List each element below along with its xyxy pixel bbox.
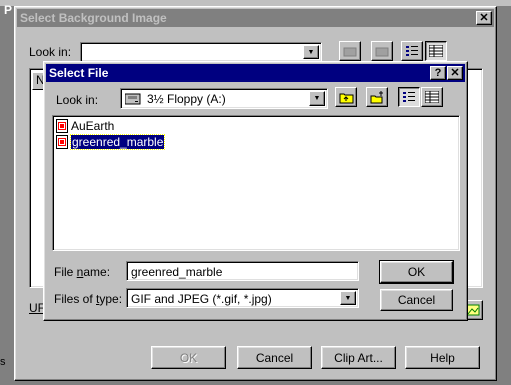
image-file-icon xyxy=(56,119,68,133)
create-new-folder-button[interactable] xyxy=(366,87,388,107)
inner-details-view-button[interactable] xyxy=(421,87,443,107)
up-folder-icon xyxy=(343,47,357,57)
file-name-input[interactable]: greenred_marble xyxy=(126,261,359,281)
details-view-icon xyxy=(425,91,439,103)
outer-help-label: Help xyxy=(430,350,455,365)
inner-look-in-label: Look in: xyxy=(56,93,99,107)
select-file-help-button[interactable]: ? xyxy=(430,66,446,80)
inner-list-view-button[interactable] xyxy=(398,87,420,107)
close-icon: ✕ xyxy=(479,11,489,24)
help-icon: ? xyxy=(434,66,442,79)
outer-cancel-label: Cancel xyxy=(255,350,294,365)
clip-art-button[interactable]: Clip Art... xyxy=(321,346,396,369)
outer-details-view-button[interactable] xyxy=(425,41,447,61)
files-of-type-value: GIF and JPEG (*.gif, *.jpg) xyxy=(131,292,272,306)
details-view-icon xyxy=(429,45,443,57)
chevron-down-icon[interactable]: ▼ xyxy=(340,291,356,305)
image-file-icon xyxy=(56,135,68,149)
file-name-value: greenred_marble xyxy=(131,265,223,279)
up-folder-icon xyxy=(339,93,353,103)
image-browse-icon xyxy=(466,304,480,316)
chevron-down-icon[interactable]: ▼ xyxy=(309,91,325,106)
outer-look-in-combo[interactable]: ▼ xyxy=(80,42,322,62)
up-one-level-button[interactable] xyxy=(335,87,357,107)
outer-list-view-button[interactable] xyxy=(401,41,423,61)
new-folder-icon xyxy=(370,90,383,103)
select-file-titlebar[interactable]: Select File xyxy=(46,64,465,82)
outer-close-button[interactable]: ✕ xyxy=(476,11,492,25)
floppy-drive-icon xyxy=(125,93,141,105)
clip-art-label: Clip Art... xyxy=(334,350,383,365)
background-stray-fragment: s xyxy=(0,356,6,368)
outer-dialog-titlebar[interactable]: Select Background Image xyxy=(17,9,494,27)
outer-look-in-label: Look in: xyxy=(29,45,72,59)
outer-ok-button[interactable]: OK xyxy=(151,346,226,369)
close-icon: ✕ xyxy=(450,66,460,79)
outer-cancel-button[interactable]: Cancel xyxy=(237,346,312,369)
file-item-label: AuEarth xyxy=(71,119,115,133)
inner-look-in-combo[interactable]: 3½ Floppy (A:) ▼ xyxy=(120,88,328,109)
outer-up-folder-button[interactable] xyxy=(339,41,361,61)
file-name-label: File name: xyxy=(54,265,111,279)
background-window-title-fragment: P xyxy=(4,3,13,17)
outer-help-button[interactable]: Help xyxy=(405,346,480,369)
file-item-label: greenred_marble xyxy=(69,134,166,150)
file-item-greenred-marble[interactable]: greenred_marble xyxy=(56,134,166,150)
outer-new-folder-button[interactable] xyxy=(371,41,393,61)
inner-look-in-value: 3½ Floppy (A:) xyxy=(147,92,226,106)
select-file-close-button[interactable]: ✕ xyxy=(447,66,463,80)
files-of-type-select[interactable]: GIF and JPEG (*.gif, *.jpg) ▼ xyxy=(126,288,359,308)
outer-dialog-title: Select Background Image xyxy=(20,11,167,25)
outer-ok-label: OK xyxy=(179,350,198,365)
list-view-icon xyxy=(403,92,415,102)
select-file-cancel-button[interactable]: Cancel xyxy=(380,289,453,311)
select-file-ok-label: OK xyxy=(407,265,426,279)
files-of-type-label: Files of type: xyxy=(54,292,123,306)
chevron-down-icon[interactable]: ▼ xyxy=(303,45,319,59)
select-file-cancel-label: Cancel xyxy=(397,293,436,307)
select-file-title: Select File xyxy=(49,66,109,80)
list-view-icon xyxy=(406,46,418,56)
select-file-ok-button[interactable]: OK xyxy=(379,260,454,284)
file-item-auearth[interactable]: AuEarth xyxy=(56,119,114,133)
new-folder-icon xyxy=(375,47,389,57)
